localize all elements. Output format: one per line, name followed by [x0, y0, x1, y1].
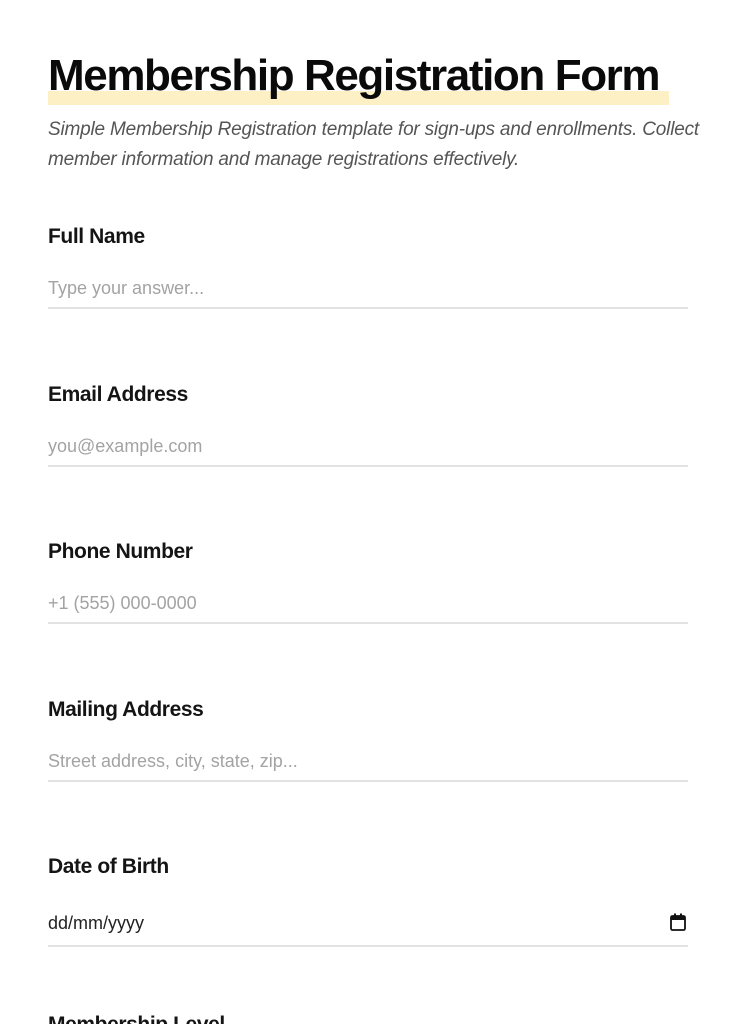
membership-level-label: Membership Level	[48, 1012, 688, 1024]
mailing-address-placeholder: Street address, city, state, zip...	[48, 751, 298, 771]
calendar-icon[interactable]	[670, 913, 686, 931]
email-input[interactable]: you@example.com	[48, 427, 688, 467]
email-label: Email Address	[48, 383, 188, 406]
date-of-birth-value: dd/mm/yyyy	[48, 913, 145, 933]
date-of-birth-field: Date of Birth dd/mm/yyyy	[48, 854, 688, 947]
full-name-input[interactable]: Type your answer...	[48, 269, 688, 309]
form-title: Membership Registration Form	[48, 51, 661, 100]
date-of-birth-label: Date of Birth	[48, 855, 169, 878]
phone-input[interactable]: +1 (555) 000-0000	[48, 584, 688, 624]
full-name-field: Full Name Type your answer...	[48, 224, 688, 309]
membership-level-field: Membership Level	[48, 1012, 688, 1024]
date-of-birth-input[interactable]: dd/mm/yyyy	[48, 903, 688, 947]
mailing-address-field: Mailing Address Street address, city, st…	[48, 697, 688, 782]
mailing-address-label: Mailing Address	[48, 698, 204, 721]
mailing-address-input[interactable]: Street address, city, state, zip...	[48, 742, 688, 782]
phone-label: Phone Number	[48, 540, 193, 563]
full-name-label: Full Name	[48, 225, 145, 248]
form-description: Simple Membership Registration template …	[48, 119, 699, 170]
phone-placeholder: +1 (555) 000-0000	[48, 593, 197, 613]
email-placeholder: you@example.com	[48, 436, 203, 456]
title-block: Membership Registration Form	[48, 50, 669, 105]
phone-field: Phone Number +1 (555) 000-0000	[48, 539, 688, 624]
email-field: Email Address you@example.com	[48, 382, 688, 467]
full-name-placeholder: Type your answer...	[48, 278, 205, 298]
